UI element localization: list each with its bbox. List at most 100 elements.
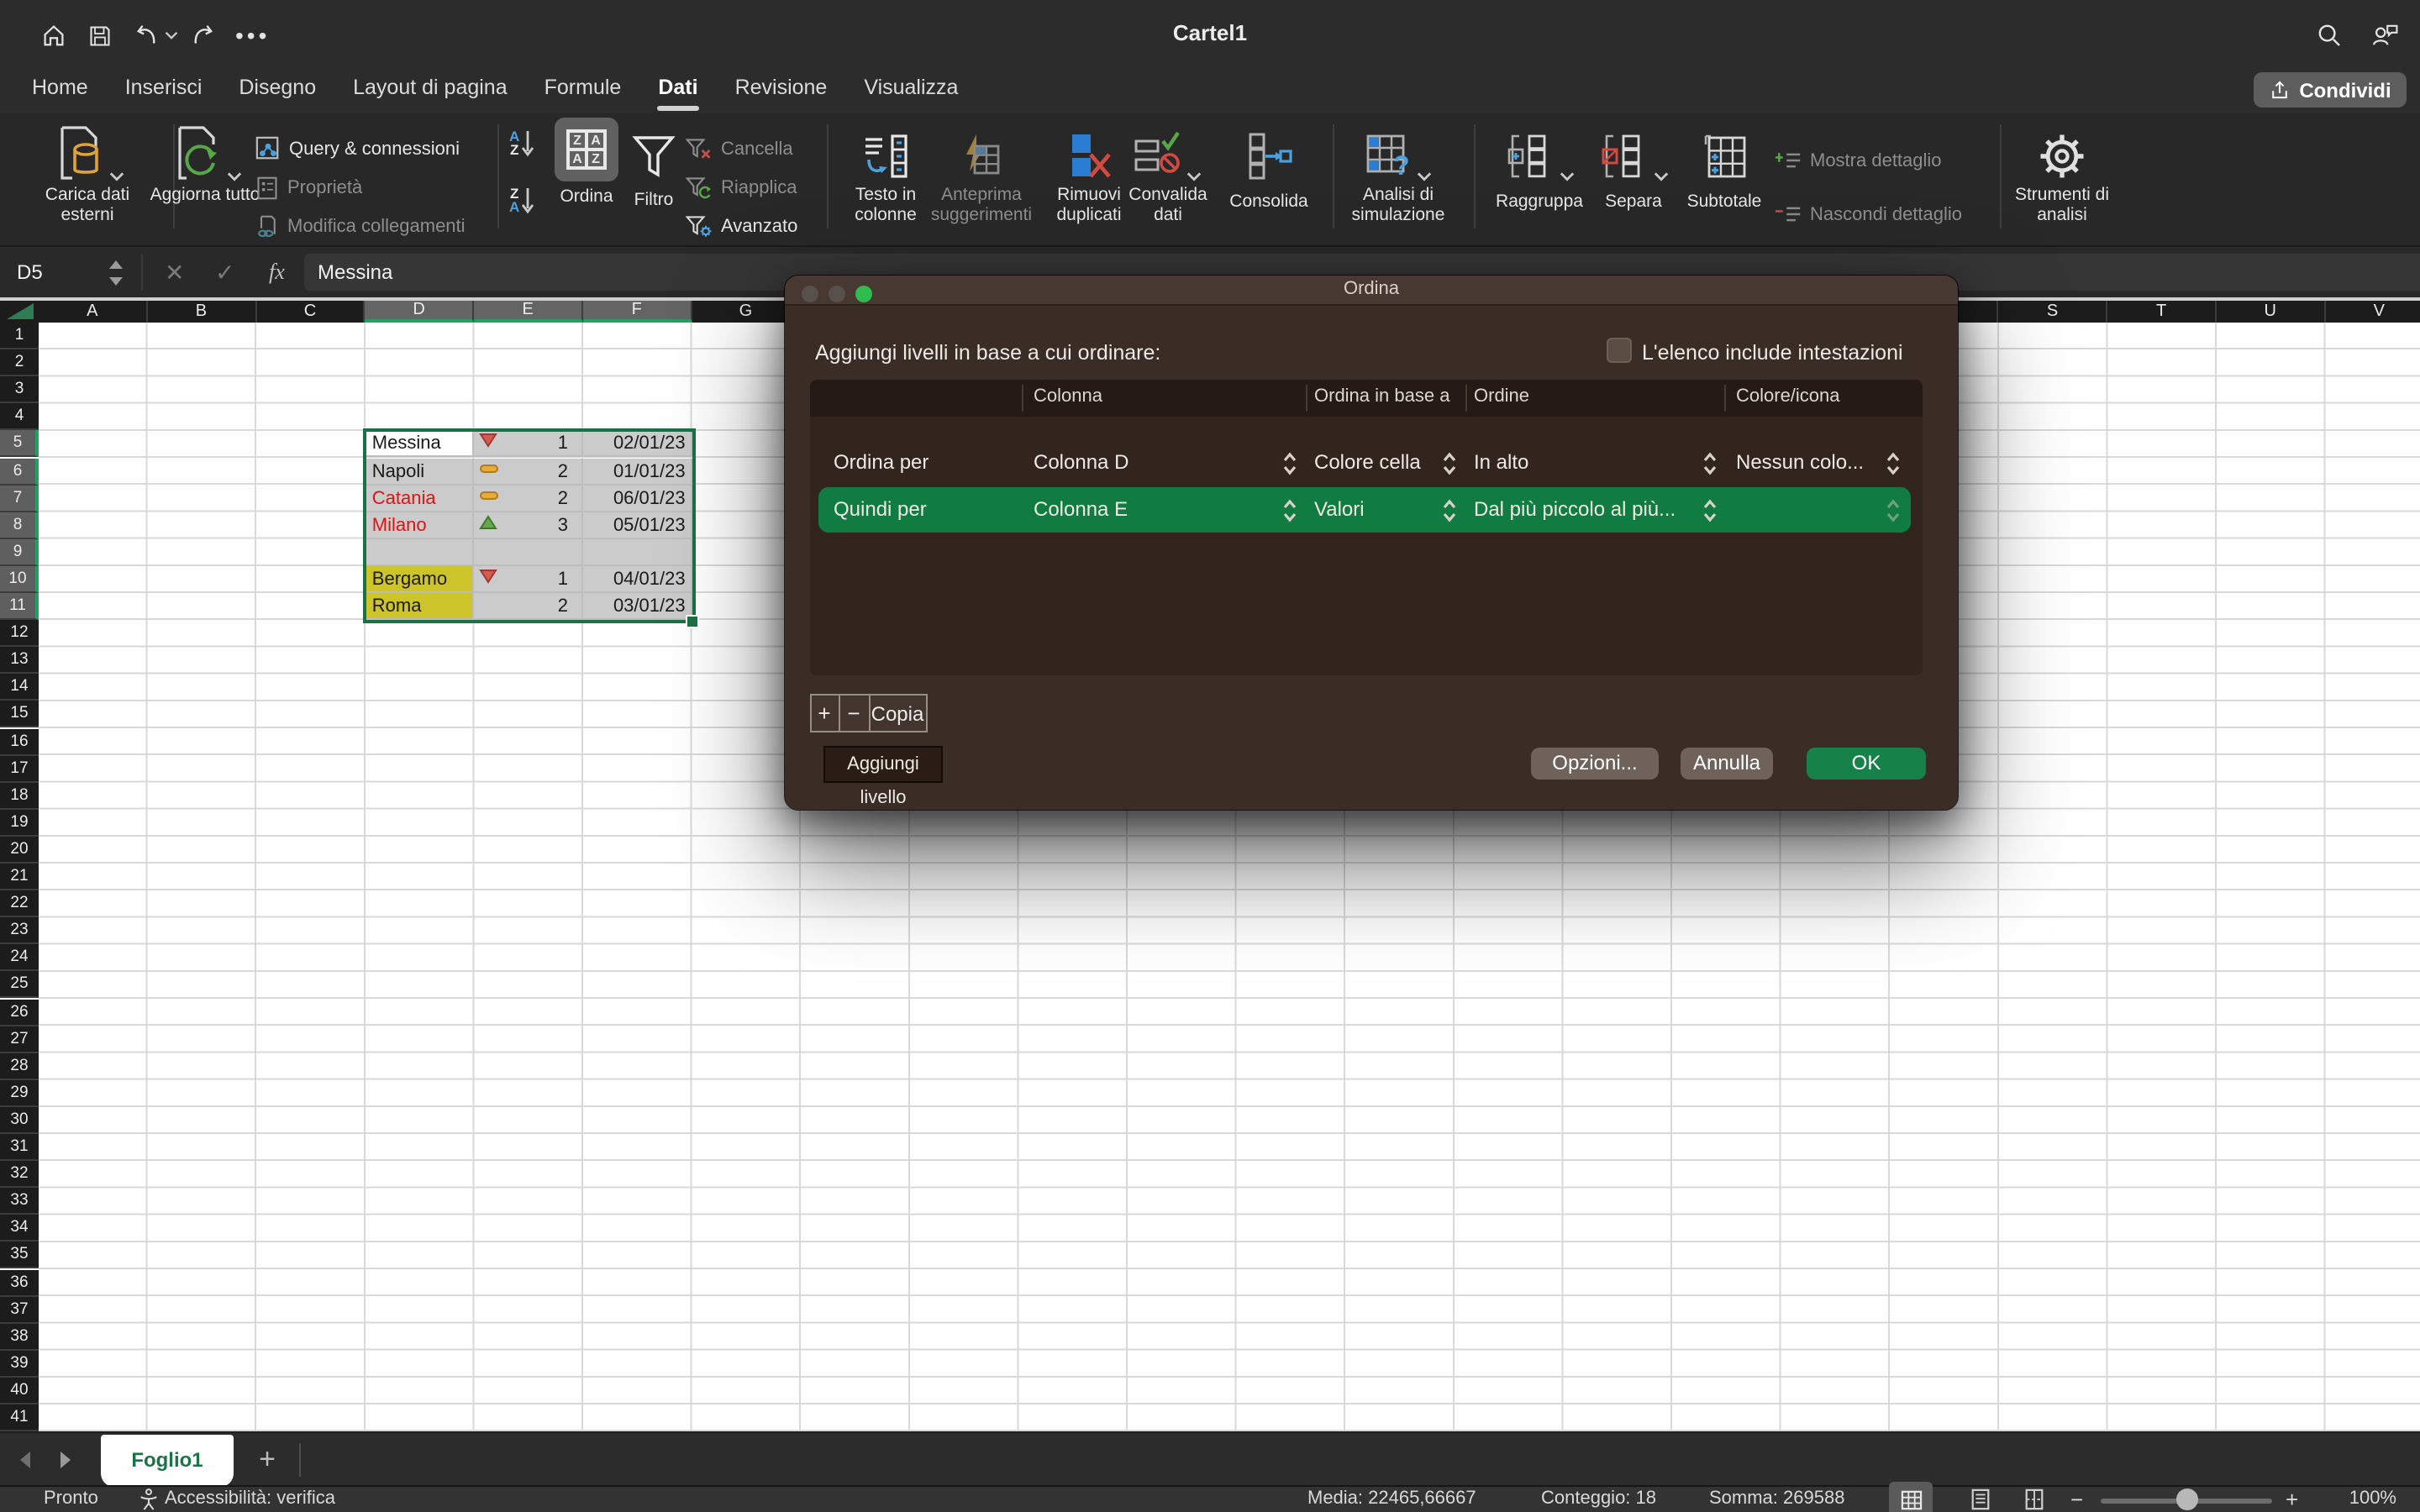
sort-level-1-stepper-icon[interactable] — [1886, 449, 1901, 476]
sort-level-2-stepper-icon[interactable] — [1442, 496, 1457, 523]
ribbon-ordina-button[interactable]: ZAAZ Ordina — [553, 118, 620, 207]
ribbon-query-connessioni-button[interactable]: Query & connessioni — [255, 134, 460, 163]
row-header-2[interactable]: 2 — [0, 349, 39, 376]
row-header-26[interactable]: 26 — [0, 999, 39, 1026]
column-header-A[interactable]: A — [39, 301, 148, 323]
column-header-S[interactable]: S — [1999, 301, 2108, 323]
ribbon-separa-button[interactable]: Separa — [1593, 118, 1674, 213]
row-header-4[interactable]: 4 — [0, 404, 39, 431]
zoom-out-button[interactable]: − — [2070, 1487, 2083, 1512]
ribbon-strumenti-analisi-button[interactable]: Strumenti di analisi — [2013, 118, 2111, 225]
row-header-30[interactable]: 30 — [0, 1107, 39, 1134]
row-header-1[interactable]: 1 — [0, 323, 39, 349]
tab-formule[interactable]: Formule — [526, 67, 640, 113]
home-icon[interactable] — [40, 22, 67, 49]
ribbon-analisi-simulazione-button[interactable]: ? Analisi di simulazione — [1344, 118, 1452, 225]
ribbon-aggiorna-tutto-button[interactable]: Aggiorna tutto — [148, 118, 262, 206]
tab-revisione[interactable]: Revisione — [717, 67, 846, 113]
sort-level-1-column-popup[interactable]: Colonna D — [1034, 449, 1128, 473]
row-header-15[interactable]: 15 — [0, 701, 39, 728]
ribbon-raggruppa-button[interactable]: Raggruppa — [1486, 118, 1593, 213]
row-header-16[interactable]: 16 — [0, 728, 39, 755]
headers-checkbox[interactable] — [1607, 338, 1632, 363]
remove-level-button[interactable]: − — [839, 694, 870, 732]
row-header-17[interactable]: 17 — [0, 755, 39, 782]
ok-button[interactable]: OK — [1807, 748, 1926, 780]
redo-icon[interactable] — [188, 22, 215, 49]
row-header-38[interactable]: 38 — [0, 1323, 39, 1350]
row-header-22[interactable]: 22 — [0, 890, 39, 917]
row-header-32[interactable]: 32 — [0, 1161, 39, 1188]
copy-level-button[interactable]: Copia — [870, 694, 927, 732]
tab-inserisci[interactable]: Inserisci — [107, 67, 221, 113]
accessibility-icon[interactable] — [138, 1488, 160, 1512]
select-all-corner[interactable] — [0, 301, 40, 324]
sort-level-2-stepper-icon[interactable] — [1702, 496, 1718, 523]
prev-sheet-icon[interactable] — [17, 1448, 34, 1478]
sort-level-2-stepper-icon[interactable] — [1282, 496, 1297, 523]
sort-level-1-order-popup[interactable]: In alto — [1474, 449, 1528, 473]
name-box-stepper[interactable] — [108, 259, 124, 296]
options-button[interactable]: Opzioni... — [1531, 748, 1659, 780]
row-header-37[interactable]: 37 — [0, 1296, 39, 1323]
more-icon[interactable]: ••• — [235, 22, 270, 49]
save-icon[interactable] — [87, 22, 113, 49]
column-header-U[interactable]: U — [2217, 301, 2326, 323]
row-header-3[interactable]: 3 — [0, 376, 39, 403]
row-header-36[interactable]: 36 — [0, 1269, 39, 1296]
ribbon-avanzato-button[interactable]: Avanzato — [686, 212, 797, 240]
row-header-33[interactable]: 33 — [0, 1188, 39, 1215]
normal-view-button[interactable] — [1889, 1482, 1933, 1512]
row-header-12[interactable]: 12 — [0, 620, 39, 647]
row-header-29[interactable]: 29 — [0, 1080, 39, 1107]
tab-home[interactable]: Home — [13, 67, 107, 113]
page-layout-view-button[interactable] — [1970, 1488, 1991, 1512]
insert-function-icon[interactable]: fx — [269, 247, 285, 297]
ribbon-filtro-button[interactable]: Filtro — [625, 118, 682, 211]
sort-level-2-stepper-icon[interactable] — [1886, 496, 1901, 523]
tab-disegno[interactable]: Disegno — [220, 67, 334, 113]
row-header-25[interactable]: 25 — [0, 972, 39, 999]
row-header-41[interactable]: 41 — [0, 1404, 39, 1431]
column-header-B[interactable]: B — [148, 301, 257, 323]
zoom-percentage[interactable]: 100% — [2319, 1487, 2396, 1512]
row-header-9[interactable]: 9 — [0, 539, 39, 566]
tab-visualizza[interactable]: Visualizza — [845, 67, 976, 113]
row-header-10[interactable]: 10 — [0, 566, 39, 593]
column-header-D[interactable]: D — [366, 301, 475, 323]
sort-level-1-stepper-icon[interactable] — [1282, 449, 1297, 476]
row-header-31[interactable]: 31 — [0, 1134, 39, 1161]
column-header-V[interactable]: V — [2325, 301, 2420, 323]
sort-level-2-sort-on-popup[interactable]: Valori — [1314, 496, 1365, 520]
row-header-21[interactable]: 21 — [0, 864, 39, 890]
row-header-20[interactable]: 20 — [0, 837, 39, 864]
row-header-34[interactable]: 34 — [0, 1215, 39, 1242]
undo-chevron-icon[interactable] — [165, 22, 178, 49]
fill-handle[interactable] — [686, 615, 699, 628]
sort-level-2-order-popup[interactable]: Dal più piccolo al più... — [1474, 496, 1676, 520]
row-header-14[interactable]: 14 — [0, 675, 39, 701]
row-header-24[interactable]: 24 — [0, 945, 39, 972]
ribbon-mostra-dettaglio-button[interactable]: Mostra dettaglio — [1775, 146, 1942, 175]
tab-layout-di-pagina[interactable]: Layout di pagina — [334, 67, 526, 113]
sheet-tab-foglio1[interactable]: Foglio1 — [101, 1435, 234, 1487]
status-accessibility[interactable]: Accessibilità: verifica — [165, 1487, 335, 1512]
row-header-7[interactable]: 7 — [0, 485, 39, 512]
row-header-6[interactable]: 6 — [0, 458, 39, 485]
cancel-entry-icon[interactable]: ✕ — [165, 247, 184, 297]
zoom-in-button[interactable]: + — [2286, 1487, 2298, 1512]
row-header-5[interactable]: 5 — [0, 431, 39, 458]
column-header-C[interactable]: C — [256, 301, 366, 323]
ribbon-cancella-button[interactable]: Cancella — [686, 134, 793, 163]
sort-descending-button[interactable]: ZA — [509, 186, 534, 215]
row-header-23[interactable]: 23 — [0, 917, 39, 944]
tab-dati[interactable]: Dati — [639, 67, 716, 113]
people-chat-icon[interactable] — [2370, 22, 2400, 49]
ribbon-anteprima-button[interactable]: Anteprima suggerimenti — [928, 118, 1035, 225]
row-header-11[interactable]: 11 — [0, 593, 39, 620]
zoom-slider-thumb[interactable] — [2176, 1488, 2198, 1510]
add-sheet-button[interactable]: + — [252, 1433, 282, 1485]
row-header-40[interactable]: 40 — [0, 1378, 39, 1404]
share-button[interactable]: Condividi — [2254, 72, 2407, 108]
ribbon-testo-colonne-button[interactable]: Testo in colonne — [837, 118, 934, 225]
